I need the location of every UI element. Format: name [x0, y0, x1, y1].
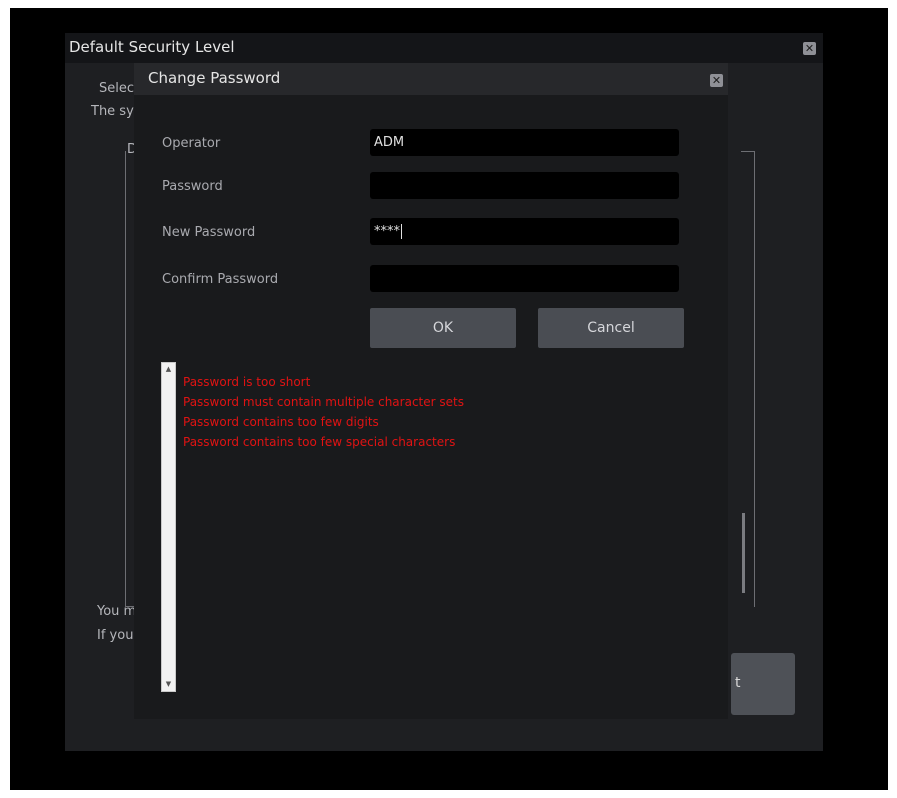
change-password-title: Change Password: [148, 69, 281, 87]
group-frame-left: [125, 151, 126, 607]
text-caret: [401, 224, 402, 239]
group-frame-right: [754, 151, 755, 607]
operator-field[interactable]: ADM: [370, 129, 679, 156]
background-scrollbar[interactable]: [742, 513, 745, 593]
ok-button[interactable]: OK: [370, 308, 516, 348]
scroll-up-arrow-icon[interactable]: ▲: [163, 364, 174, 375]
close-icon[interactable]: ✕: [710, 74, 723, 87]
validation-message-list: Password is too short Password must cont…: [183, 372, 464, 452]
screen: Default Security Level ✕ Select The sys …: [10, 8, 888, 790]
scroll-down-arrow-icon[interactable]: ▼: [163, 679, 174, 690]
password-field[interactable]: [370, 172, 679, 199]
message-list-scrollbar[interactable]: ▲ ▼: [161, 362, 176, 692]
change-password-titlebar: Change Password ✕: [134, 63, 728, 95]
cancel-button[interactable]: Cancel: [538, 308, 684, 348]
password-label: Password: [162, 179, 223, 194]
confirm-password-field[interactable]: [370, 265, 679, 292]
confirm-password-label: Confirm Password: [162, 272, 279, 287]
validation-message: Password must contain multiple character…: [183, 395, 464, 409]
change-password-dialog: Change Password ✕ Operator ADM Password …: [134, 63, 728, 719]
validation-message: Password contains too few digits: [183, 415, 379, 429]
validation-message: Password is too short: [183, 375, 311, 389]
new-password-value: ****: [374, 224, 400, 239]
default-security-level-titlebar: Default Security Level ✕: [65, 33, 823, 63]
new-password-label: New Password: [162, 225, 256, 240]
validation-message: Password contains too few special charac…: [183, 435, 456, 449]
background-dialog-button-label: t: [735, 675, 741, 691]
new-password-field[interactable]: ****: [370, 218, 679, 245]
group-frame-top-right: [741, 151, 755, 152]
default-security-level-title: Default Security Level: [69, 38, 235, 56]
operator-label: Operator: [162, 136, 221, 151]
close-icon[interactable]: ✕: [803, 42, 816, 55]
operator-value: ADM: [374, 135, 405, 150]
